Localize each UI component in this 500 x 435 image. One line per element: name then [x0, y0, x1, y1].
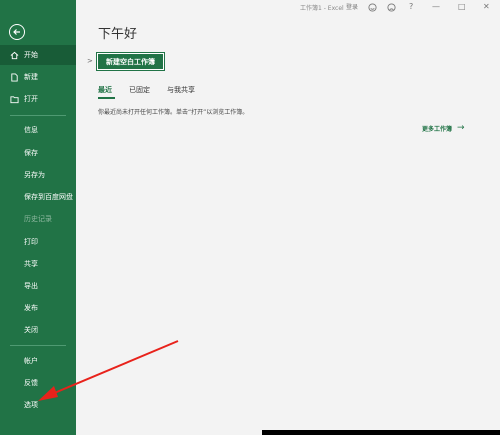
frown-feedback-icon[interactable]	[387, 3, 396, 12]
sidebar-item-label: 导出	[24, 282, 38, 290]
backstage-sidebar: 开始 新建 打开 信息 保存 另存为 保存到百度网盘 历史记录 打印 共享 导出…	[0, 0, 76, 435]
sidebar-item-account[interactable]: 帐户	[0, 351, 76, 371]
window-title: 工作簿1 - Excel	[300, 5, 344, 12]
arrow-right-icon: →	[457, 123, 465, 133]
sidebar-item-label: 打印	[24, 238, 38, 246]
sidebar-item-label: 另存为	[24, 171, 45, 179]
more-workbooks-label: 更多工作簿	[422, 125, 453, 133]
sidebar-item-label: 信息	[24, 126, 38, 134]
sidebar-divider	[10, 345, 66, 346]
sidebar-item-open[interactable]: 打开	[0, 89, 76, 109]
sidebar-divider	[10, 115, 66, 116]
sidebar-item-options[interactable]: 选项	[0, 395, 76, 415]
close-button[interactable]: ✕	[483, 2, 490, 12]
smile-feedback-icon[interactable]	[368, 3, 377, 12]
sidebar-item-save-to-baidu[interactable]: 保存到百度网盘	[0, 187, 76, 207]
sidebar-item-export[interactable]: 导出	[0, 276, 76, 296]
sidebar-item-publish[interactable]: 发布	[0, 298, 76, 318]
open-folder-icon	[10, 95, 19, 103]
sidebar-item-close[interactable]: 关闭	[0, 320, 76, 340]
sidebar-item-label: 开始	[24, 51, 38, 59]
restore-button[interactable]: □	[458, 2, 466, 12]
tab-recent[interactable]: 最近	[98, 85, 112, 95]
sidebar-item-label: 新建	[24, 73, 38, 81]
sidebar-item-home[interactable]: 开始	[0, 45, 76, 65]
sidebar-item-label: 打开	[24, 95, 38, 103]
minimize-button[interactable]: —	[432, 2, 440, 12]
sidebar-item-label: 历史记录	[24, 215, 52, 223]
home-icon	[10, 51, 19, 59]
sidebar-item-label: 选项	[24, 401, 38, 409]
sidebar-item-history: 历史记录	[0, 209, 76, 229]
chevron-right-icon[interactable]: >	[87, 57, 93, 65]
active-tab-indicator	[98, 97, 115, 99]
tab-pinned[interactable]: 已固定	[129, 85, 150, 95]
sidebar-item-new[interactable]: 新建	[0, 67, 76, 87]
sidebar-item-save-as[interactable]: 另存为	[0, 165, 76, 185]
sidebar-item-label: 反馈	[24, 379, 38, 387]
sidebar-item-label: 关闭	[24, 326, 38, 334]
tab-shared[interactable]: 与我共享	[167, 85, 195, 95]
more-workbooks-link[interactable]: 更多工作簿 →	[422, 123, 465, 133]
new-file-icon	[11, 72, 18, 82]
sidebar-item-share[interactable]: 共享	[0, 254, 76, 274]
sidebar-item-info[interactable]: 信息	[0, 120, 76, 140]
help-icon[interactable]: ?	[409, 2, 413, 12]
back-arrow-icon	[13, 29, 20, 35]
sidebar-item-feedback[interactable]: 反馈	[0, 373, 76, 393]
title-bar: 工作簿1 - Excel 登录 ? — □ ✕	[76, 0, 500, 16]
back-button[interactable]	[9, 24, 25, 40]
bottom-black-bar	[262, 430, 500, 435]
new-blank-workbook-button[interactable]: 新建空白工作簿	[96, 52, 165, 71]
sidebar-item-save[interactable]: 保存	[0, 143, 76, 163]
sidebar-item-label: 共享	[24, 260, 38, 268]
empty-recent-message: 你最近尚未打开任何工作簿。单击“打开”以浏览工作簿。	[98, 109, 249, 116]
sidebar-item-label: 保存到百度网盘	[24, 193, 73, 201]
sidebar-item-label: 保存	[24, 149, 38, 157]
signin-link[interactable]: 登录	[346, 2, 358, 11]
sidebar-item-print[interactable]: 打印	[0, 232, 76, 252]
sidebar-item-label: 帐户	[24, 357, 38, 365]
greeting-heading: 下午好	[98, 27, 138, 42]
sidebar-item-label: 发布	[24, 304, 38, 312]
